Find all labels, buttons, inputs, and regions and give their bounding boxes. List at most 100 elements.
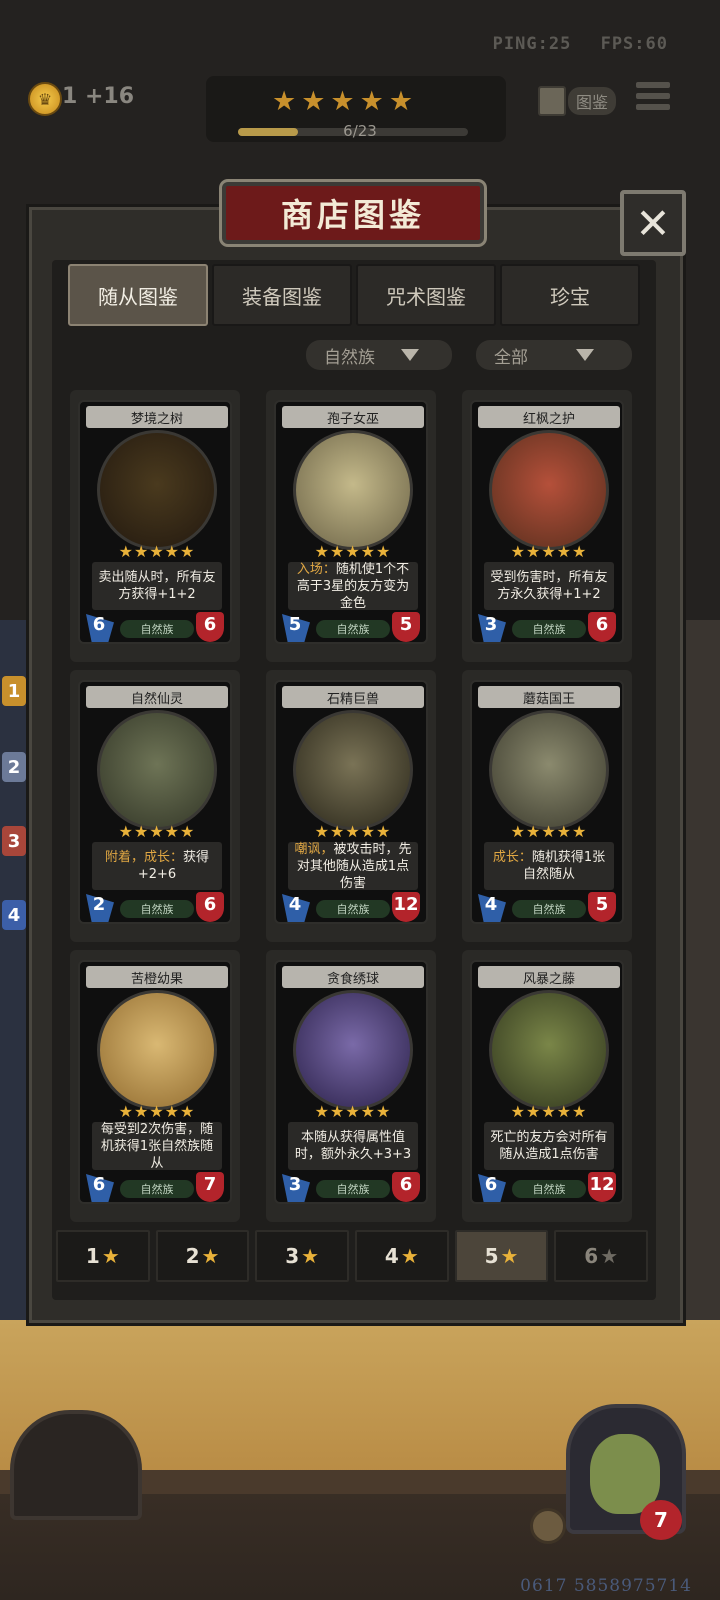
tab-equipment[interactable]: 装备图鉴	[212, 264, 352, 326]
card-health: 6	[595, 614, 609, 635]
card-attack: 3	[484, 614, 498, 635]
card-attack: 4	[288, 894, 302, 915]
tab-treasures[interactable]: 珍宝	[500, 264, 640, 326]
card-name: 石精巨兽	[282, 686, 424, 708]
minion-card-slot[interactable]: 贪食绣球 ★★★★★ 本随从获得属性值时，额外永久+3+3 3 自然族 6	[266, 950, 436, 1222]
card-name: 自然仙灵	[86, 686, 228, 708]
card-attack: 6	[484, 1174, 498, 1195]
star-filter-2[interactable]: 2 ★	[155, 1230, 250, 1282]
minion-art	[97, 710, 217, 830]
minion-card[interactable]: 梦境之树 ★★★★★ 卖出随从时，所有友方获得+1+2 6 自然族 6	[78, 400, 232, 644]
star-icon: ★	[101, 1244, 120, 1268]
star-filter-label: 1	[85, 1244, 100, 1268]
scope-filter-value: 全部	[494, 347, 528, 368]
star-filter-label: 4	[384, 1244, 399, 1268]
card-health: 7	[203, 1174, 217, 1195]
card-star-rating: ★★★★★	[118, 1102, 196, 1121]
ping-text: PING:25	[492, 34, 572, 54]
card-star-rating: ★★★★★	[510, 1102, 588, 1121]
card-name: 红枫之护	[478, 406, 620, 428]
coin-count: 1 +16	[62, 84, 135, 109]
star-filter-label: 6	[584, 1244, 599, 1268]
minion-art	[293, 990, 413, 1110]
card-star-rating: ★★★★★	[118, 822, 196, 841]
card-tribe: 自然族	[512, 1180, 586, 1198]
star-icon: ★	[500, 1244, 519, 1268]
tier-tag-1: 1	[2, 676, 26, 706]
book-icon	[538, 86, 566, 116]
card-keyword: 入场：	[296, 561, 336, 577]
card-tribe: 自然族	[120, 900, 194, 918]
card-description: 死亡的友方会对所有随从造成1点伤害	[484, 1122, 614, 1170]
minion-card[interactable]: 风暴之藤 ★★★★★ 死亡的友方会对所有随从造成1点伤害 6 自然族 12	[470, 960, 624, 1204]
star-icon: ★	[400, 1244, 419, 1268]
minion-art	[97, 990, 217, 1110]
star-filter-1[interactable]: 1 ★	[56, 1230, 150, 1282]
minion-card[interactable]: 孢子女巫 ★★★★★ 入场：随机使1个不高于3星的友方变为金色 5 自然族 5	[274, 400, 428, 644]
minion-card-slot[interactable]: 石精巨兽 ★★★★★ 嘲讽，被攻击时，先对其他随从造成1点伤害 4 自然族 12	[266, 670, 436, 942]
menu-icon[interactable]	[636, 82, 670, 116]
minion-card[interactable]: 石精巨兽 ★★★★★ 嘲讽，被攻击时，先对其他随从造成1点伤害 4 自然族 12	[274, 680, 428, 924]
star-filter-label: 5	[484, 1244, 499, 1268]
card-tribe: 自然族	[120, 1180, 194, 1198]
close-button[interactable]: ✕	[620, 190, 686, 256]
tier-tag-2: 2	[2, 752, 26, 782]
star-filter-6[interactable]: 6 ★	[554, 1230, 649, 1282]
player-uid: 0617 5858975714	[520, 1576, 692, 1596]
fps-text: FPS:60	[600, 34, 668, 54]
star-level-filter-bar: 1 ★ 2 ★ 3 ★ 4 ★ 5 ★ 6 ★	[56, 1230, 649, 1282]
collection-progress-fill	[238, 128, 298, 136]
card-tribe: 自然族	[120, 620, 194, 638]
minion-card-slot[interactable]: 红枫之护 ★★★★★ 受到伤害时，所有友方永久获得+1+2 3 自然族 6	[462, 390, 632, 662]
tab-spells[interactable]: 咒术图鉴	[356, 264, 496, 326]
card-effect-text: 随机获得1张自然随从	[522, 850, 606, 882]
card-keyword: 嘲讽，	[294, 841, 334, 857]
card-health: 6	[203, 894, 217, 915]
player-health-badge: 7	[640, 1500, 682, 1540]
tab-minions[interactable]: 随从图鉴	[68, 264, 208, 326]
minion-art	[293, 710, 413, 830]
scope-filter-dropdown[interactable]: 全部	[476, 340, 632, 370]
card-name: 贪食绣球	[282, 966, 424, 988]
tribe-filter-dropdown[interactable]: 自然族	[306, 340, 452, 370]
panel-title: 商店图鉴	[280, 196, 425, 234]
minion-card[interactable]: 红枫之护 ★★★★★ 受到伤害时，所有友方永久获得+1+2 3 自然族 6	[470, 400, 624, 644]
minion-card-slot[interactable]: 苦橙幼果 ★★★★★ 每受到2次伤害，随机获得1张自然族随从 6 自然族 7	[70, 950, 240, 1222]
minion-card-slot[interactable]: 蘑菇国王 ★★★★★ 成长：随机获得1张自然随从 4 自然族 5	[462, 670, 632, 942]
card-description: 附着，成长：获得+2+6	[92, 842, 222, 890]
minion-card-slot[interactable]: 自然仙灵 ★★★★★ 附着，成长：获得+2+6 2 自然族 6	[70, 670, 240, 942]
star-icon: ★	[600, 1244, 619, 1268]
card-star-rating: ★★★★★	[510, 822, 588, 841]
tier-tag-4: 4	[2, 900, 26, 930]
card-keyword: 成长：	[492, 850, 532, 865]
minion-card[interactable]: 自然仙灵 ★★★★★ 附着，成长：获得+2+6 2 自然族 6	[78, 680, 232, 924]
star-filter-5[interactable]: 5 ★	[454, 1230, 549, 1282]
minion-art	[293, 430, 413, 550]
codex-button[interactable]: 图鉴	[538, 86, 616, 116]
card-tribe: 自然族	[316, 1180, 390, 1198]
card-name: 苦橙幼果	[86, 966, 228, 988]
minion-card[interactable]: 苦橙幼果 ★★★★★ 每受到2次伤害，随机获得1张自然族随从 6 自然族 7	[78, 960, 232, 1204]
star-icon: ★	[201, 1244, 220, 1268]
card-attack: 6	[92, 1174, 106, 1195]
card-health: 6	[203, 614, 217, 635]
minion-card[interactable]: 蘑菇国王 ★★★★★ 成长：随机获得1张自然随从 4 自然族 5	[470, 680, 624, 924]
card-description: 卖出随从时，所有友方获得+1+2	[92, 562, 222, 610]
star-filter-3[interactable]: 3 ★	[255, 1230, 350, 1282]
card-star-rating: ★★★★★	[118, 542, 196, 561]
ability-icon[interactable]	[530, 1508, 566, 1544]
card-star-rating: ★★★★★	[314, 822, 392, 841]
card-tribe: 自然族	[512, 900, 586, 918]
card-description: 嘲讽，被攻击时，先对其他随从造成1点伤害	[288, 841, 418, 891]
minion-card-slot[interactable]: 梦境之树 ★★★★★ 卖出随从时，所有友方获得+1+2 6 自然族 6	[70, 390, 240, 662]
minion-card[interactable]: 贪食绣球 ★★★★★ 本随从获得属性值时，额外永久+3+3 3 自然族 6	[274, 960, 428, 1204]
minion-card-slot[interactable]: 孢子女巫 ★★★★★ 入场：随机使1个不高于3星的友方变为金色 5 自然族 5	[266, 390, 436, 662]
card-name: 蘑菇国王	[478, 686, 620, 708]
card-attack: 2	[92, 894, 106, 915]
minion-card-slot[interactable]: 风暴之藤 ★★★★★ 死亡的友方会对所有随从造成1点伤害 6 自然族 12	[462, 950, 632, 1222]
codex-button-label: 图鉴	[568, 87, 616, 115]
star-filter-4[interactable]: 4 ★	[355, 1230, 449, 1282]
shop-window-decoration	[10, 1410, 142, 1520]
crown-coin-icon: ♛	[28, 82, 62, 116]
card-description: 本随从获得属性值时，额外永久+3+3	[288, 1122, 418, 1170]
